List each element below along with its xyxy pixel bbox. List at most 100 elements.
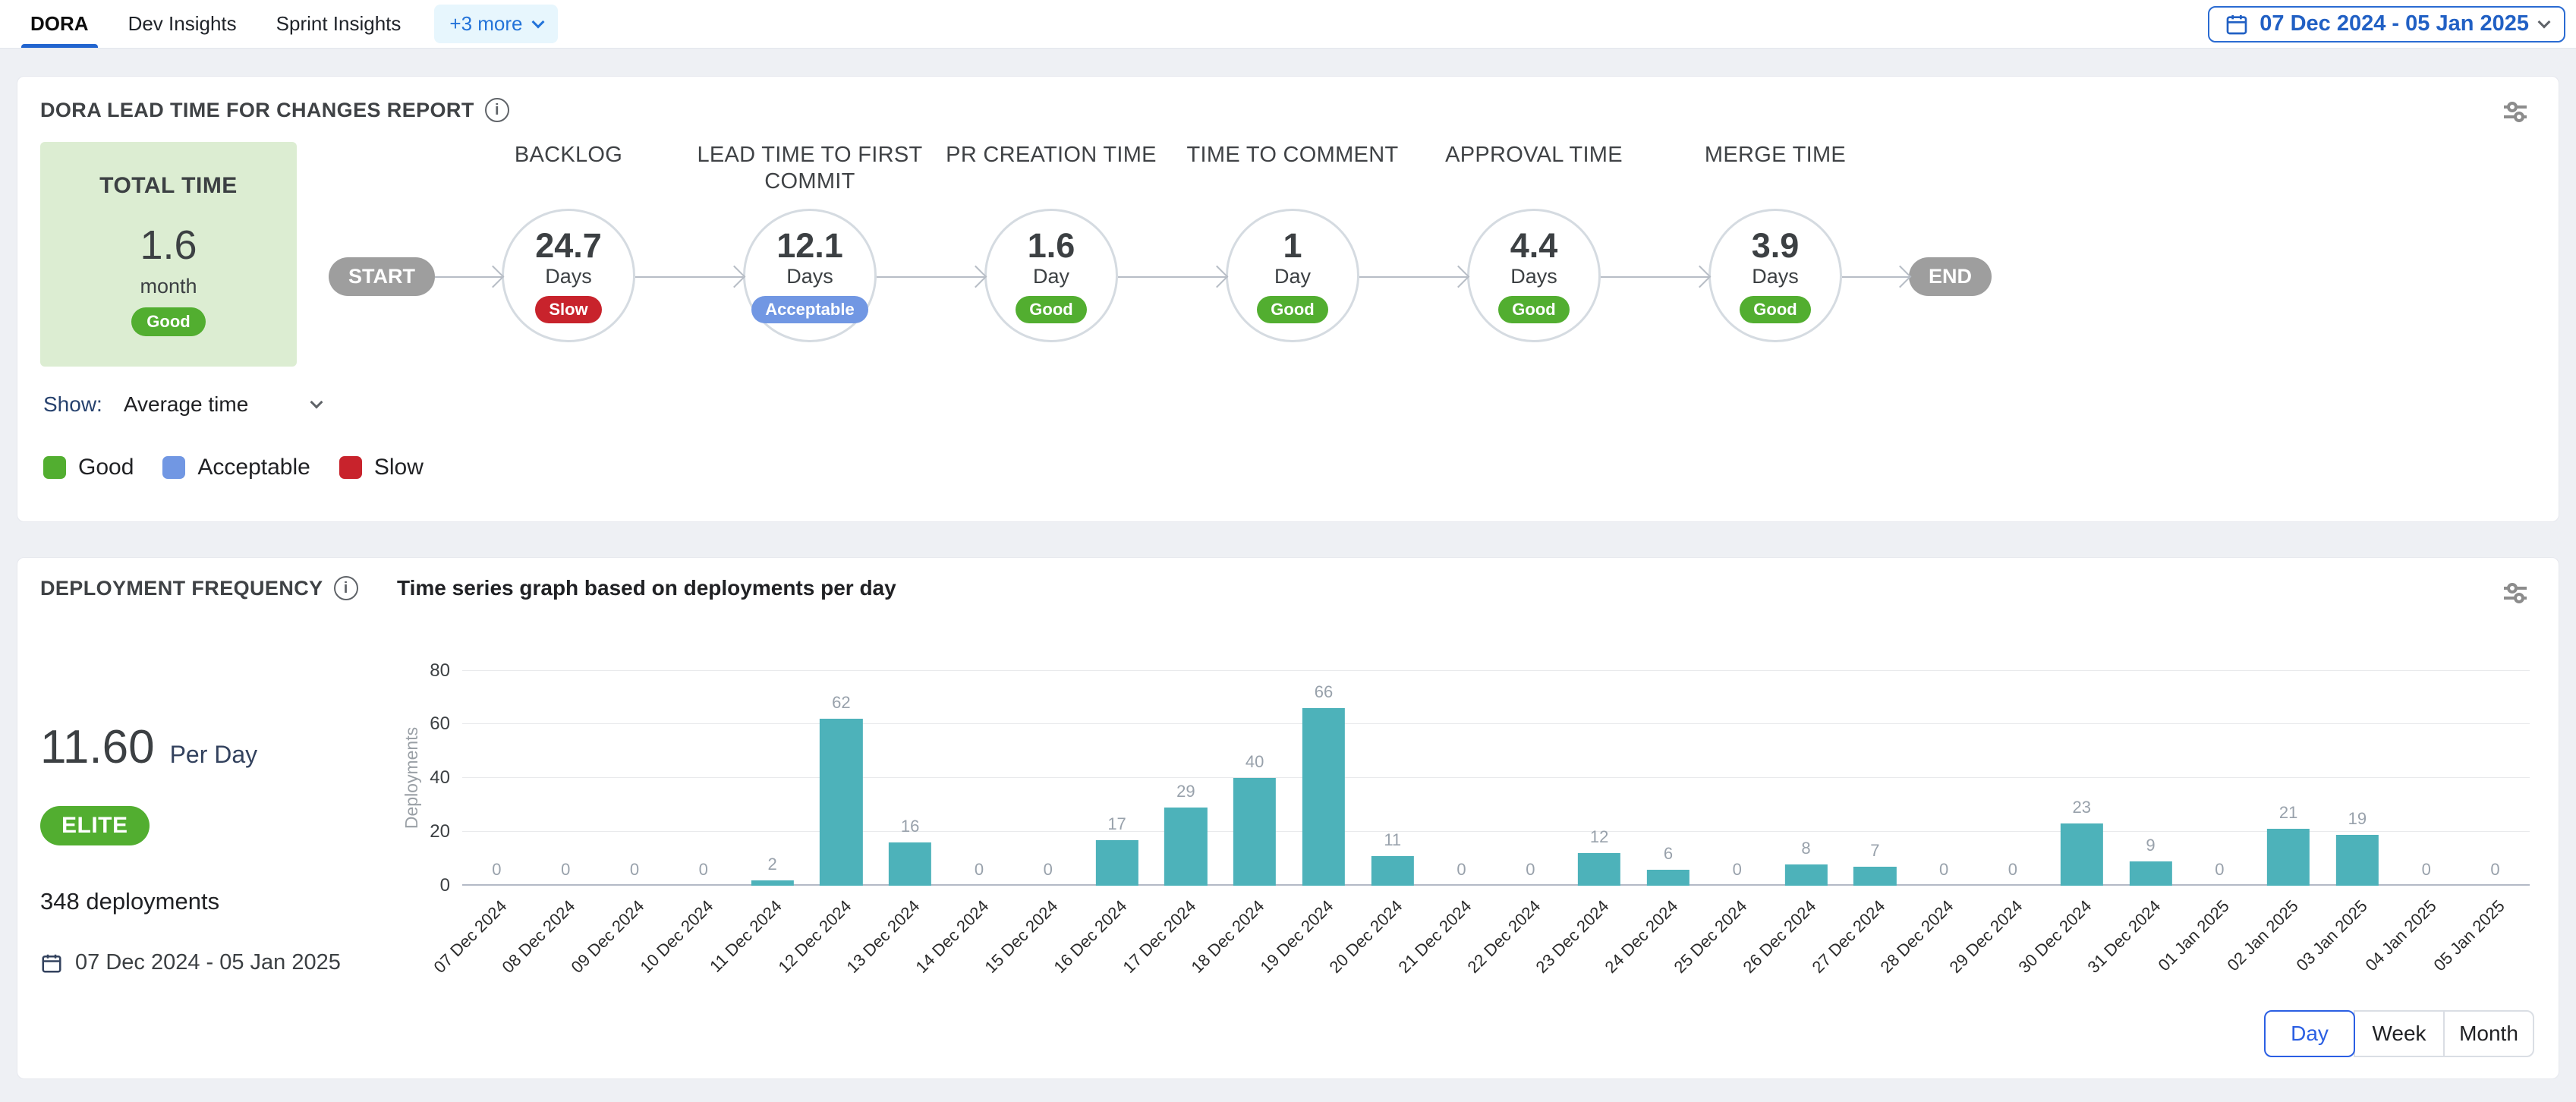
- total-status-badge: Good: [131, 307, 205, 336]
- stage-value: 3.9: [1752, 228, 1800, 263]
- flow-arrow: [1359, 276, 1467, 278]
- deployment-date-range: 07 Dec 2024 - 05 Jan 2025: [40, 950, 397, 975]
- bar-column: 11: [1358, 670, 1427, 886]
- show-dropdown[interactable]: Average time: [124, 392, 321, 417]
- stage-status-badge: Slow: [535, 296, 601, 323]
- start-badge: START: [329, 257, 435, 296]
- bar-column: 0: [600, 670, 669, 886]
- chevron-down-icon: [2538, 15, 2551, 28]
- granularity-day-button[interactable]: Day: [2264, 1010, 2355, 1057]
- x-axis-label: 15 Dec 2024: [981, 896, 1063, 978]
- deployment-bar[interactable]: [1164, 808, 1207, 886]
- bar-column: 0: [1013, 670, 1082, 886]
- granularity-toggle: DayWeekMonth: [397, 1010, 2534, 1057]
- bar-value-label: 0: [2008, 860, 2017, 880]
- stage-circle: 12.1DaysAcceptable: [743, 209, 877, 342]
- bar-column: 8: [1771, 670, 1841, 886]
- bar-value-label: 0: [2215, 860, 2224, 880]
- bar-column: 21: [2254, 670, 2323, 886]
- chevron-down-icon: [310, 396, 323, 409]
- bar-column: 0: [1427, 670, 1496, 886]
- x-axis-label: 01 Jan 2025: [2155, 896, 2234, 975]
- deployment-bar[interactable]: [2267, 829, 2310, 886]
- show-label: Show:: [43, 392, 102, 417]
- filter-sliders-icon[interactable]: [2498, 98, 2533, 131]
- x-axis-label: 26 Dec 2024: [1739, 896, 1820, 978]
- bar-value-label: 2: [767, 855, 776, 874]
- tab-dora[interactable]: DORA: [27, 0, 92, 48]
- stage-label: BACKLOG: [451, 142, 686, 209]
- stage-unit: Day: [1274, 265, 1311, 288]
- bar-column: 19: [2323, 670, 2392, 886]
- stage-status-badge: Good: [1257, 296, 1327, 323]
- chevron-down-icon: [531, 15, 544, 28]
- tab-dev-insights[interactable]: Dev Insights: [125, 0, 240, 48]
- bar-column: 0: [1702, 670, 1771, 886]
- granularity-week-button[interactable]: Week: [2354, 1010, 2445, 1057]
- x-axis-label: 08 Dec 2024: [499, 896, 580, 978]
- stage-node: LEAD TIME TO FIRST COMMIT12.1DaysAccepta…: [743, 142, 877, 342]
- more-tabs-button[interactable]: +3 more: [434, 5, 557, 43]
- bar-column: 0: [1979, 670, 2048, 886]
- bar-column: 23: [2047, 670, 2116, 886]
- bar-value-label: 66: [1315, 682, 1333, 702]
- x-axis-labels: 07 Dec 202408 Dec 202409 Dec 202410 Dec …: [462, 886, 2530, 1000]
- bar-value-label: 17: [1107, 814, 1126, 834]
- x-axis-label: 20 Dec 2024: [1326, 896, 1407, 978]
- stage-value: 1: [1283, 228, 1302, 263]
- granularity-month-button[interactable]: Month: [2443, 1010, 2534, 1057]
- deployment-bar[interactable]: [2336, 835, 2379, 886]
- bar-column: 0: [2185, 670, 2254, 886]
- date-range-button[interactable]: 07 Dec 2024 - 05 Jan 2025: [2208, 6, 2565, 43]
- x-axis-label: 16 Dec 2024: [1050, 896, 1131, 978]
- stage-unit: Days: [1752, 265, 1799, 288]
- deployment-bar[interactable]: [2129, 861, 2171, 886]
- deployment-bar[interactable]: [2061, 823, 2103, 886]
- x-axis-label: 10 Dec 2024: [637, 896, 718, 978]
- bar-value-label: 21: [2279, 803, 2297, 823]
- stage-value: 12.1: [776, 228, 843, 263]
- x-axis-label: 28 Dec 2024: [1877, 896, 1958, 978]
- x-axis-label: 31 Dec 2024: [2083, 896, 2165, 978]
- stage-node: BACKLOG24.7DaysSlow: [502, 142, 635, 342]
- x-axis-label: 19 Dec 2024: [1257, 896, 1338, 978]
- tab-sprint-insights[interactable]: Sprint Insights: [273, 0, 405, 48]
- x-axis-label: 22 Dec 2024: [1463, 896, 1545, 978]
- bar-value-label: 6: [1664, 844, 1673, 864]
- deployment-bar[interactable]: [1578, 853, 1620, 886]
- stage-label: TIME TO COMMENT: [1175, 142, 1410, 209]
- bar-value-label: 0: [1456, 860, 1466, 880]
- deployment-frequency-card: DEPLOYMENT FREQUENCY i 11.60 Per Day ELI…: [17, 557, 2559, 1079]
- deployment-bar[interactable]: [889, 842, 931, 886]
- deployment-date-range-label: 07 Dec 2024 - 05 Jan 2025: [75, 950, 341, 975]
- total-time-label: TOTAL TIME: [99, 173, 238, 199]
- deployment-bar[interactable]: [1233, 778, 1276, 886]
- x-axis-label: 30 Dec 2024: [2015, 896, 2096, 978]
- stage-circle: 24.7DaysSlow: [502, 209, 635, 342]
- x-axis-label: 03 Jan 2025: [2292, 896, 2371, 975]
- deployment-bar[interactable]: [820, 719, 862, 886]
- bar-column: 9: [2116, 670, 2185, 886]
- stage-status-badge: Good: [1740, 296, 1810, 323]
- calendar-icon: [40, 952, 63, 974]
- deployment-bar[interactable]: [1371, 856, 1414, 886]
- deployment-bar[interactable]: [751, 880, 793, 886]
- stage-node: APPROVAL TIME4.4DaysGood: [1467, 142, 1601, 342]
- info-icon[interactable]: i: [485, 98, 509, 122]
- deployment-bar[interactable]: [1647, 870, 1690, 886]
- bar-value-label: 0: [1526, 860, 1535, 880]
- deployment-bar[interactable]: [1784, 864, 1827, 886]
- deployment-bar[interactable]: [1302, 708, 1345, 886]
- x-axis-label: 23 Dec 2024: [1532, 896, 1614, 978]
- legend-label: Acceptable: [197, 455, 310, 480]
- x-axis-label: 07 Dec 2024: [430, 896, 511, 978]
- bar-value-label: 0: [1044, 860, 1053, 880]
- bar-column: 0: [2392, 670, 2461, 886]
- x-axis-label: 05 Jan 2025: [2430, 896, 2509, 975]
- deployment-bar[interactable]: [1095, 840, 1138, 886]
- y-axis-tick: 0: [440, 875, 450, 896]
- info-icon[interactable]: i: [334, 576, 358, 600]
- deployment-bar[interactable]: [1853, 867, 1896, 886]
- flow-arrow: [877, 276, 984, 278]
- bar-column: 0: [2461, 670, 2530, 886]
